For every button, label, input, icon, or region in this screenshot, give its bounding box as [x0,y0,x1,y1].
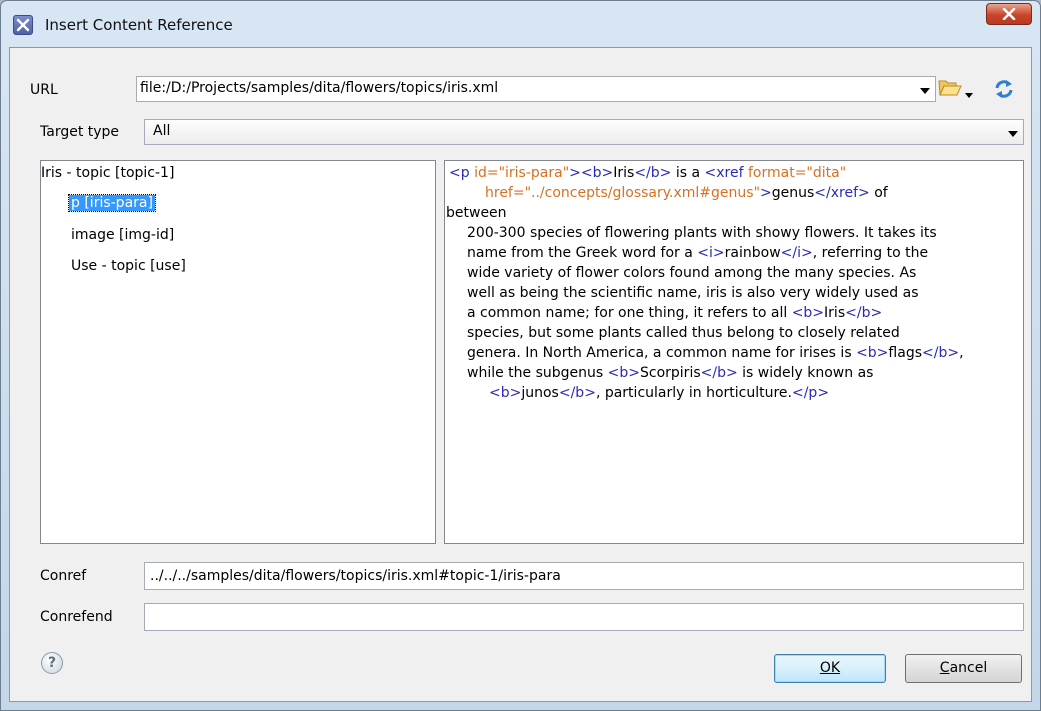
element-tree[interactable]: Iris - topic [topic-1] p [iris-para] ima… [40,160,436,544]
url-dropdown-arrow[interactable] [917,77,933,101]
preview-line: 200-300 species of flowering plants with… [467,225,937,241]
preview-line: a common name; for one thing, it refers … [467,305,883,321]
conrefend-field[interactable] [144,603,1024,631]
preview-line: species, but some plants called thus bel… [467,325,900,341]
folder-open-icon [938,80,962,96]
preview-line: <b>junos</b>, particularly in horticultu… [489,385,830,401]
dialog-window: Insert Content Reference URL file:/D:/Pr… [0,0,1041,711]
cancel-label: ancel [949,660,988,676]
window-title: Insert Content Reference [45,16,233,34]
ok-label: OK [819,660,841,676]
chevron-down-icon [920,88,930,94]
preview-line: genera. In North America, a common name … [467,345,964,361]
url-value: file:/D:/Projects/samples/dita/flowers/t… [140,80,499,96]
conref-input[interactable] [145,563,1023,589]
conrefend-label: Conrefend [40,609,113,625]
tree-item-image[interactable]: image [img-id] [71,227,174,243]
preview-line: href="../concepts/glossary.xml#genus">ge… [485,185,888,201]
source-preview: <p id="iris-para"><b>Iris</b> is a <xref… [444,160,1024,544]
target-type-select[interactable]: All [144,119,1024,145]
help-icon: ? [47,655,57,671]
cancel-button[interactable]: Cancel [905,654,1022,683]
preview-line: between [446,205,507,221]
url-combo[interactable]: file:/D:/Projects/samples/dita/flowers/t… [136,76,936,102]
app-logo-icon [13,15,33,35]
cancel-mnemonic: C [939,660,950,676]
title-bar: Insert Content Reference [1,1,1040,47]
preview-line: <p id="iris-para"><b>Iris</b> is a <xref… [449,165,847,181]
chevron-down-icon [1008,131,1018,137]
close-icon [1002,8,1016,20]
url-label: URL [30,82,58,98]
browse-button[interactable] [938,78,962,100]
reload-button[interactable] [993,78,1017,100]
reload-icon [995,80,1013,98]
browse-menu-arrow[interactable] [965,86,973,98]
chevron-down-icon [965,93,973,98]
close-button[interactable] [986,3,1032,25]
conrefend-input[interactable] [145,604,1023,630]
conref-field[interactable] [144,562,1024,590]
tree-item-topic[interactable]: Iris - topic [topic-1] [41,165,174,181]
ok-button[interactable]: OK [774,654,886,683]
target-type-value: All [153,123,171,139]
target-type-label: Target type [40,124,120,140]
preview-line: wide variety of flower colors found amon… [467,265,917,281]
preview-line: name from the Greek word for a <i>rainbo… [467,245,929,261]
tree-item-use-topic[interactable]: Use - topic [use] [71,258,186,274]
target-type-dropdown-arrow[interactable] [1005,120,1021,144]
help-button[interactable]: ? [41,652,63,674]
tree-item-iris-para[interactable]: p [iris-para] [68,194,156,212]
preview-line: well as being the scientific name, iris … [467,285,919,301]
dialog-content: URL file:/D:/Projects/samples/dita/flowe… [9,47,1032,702]
conref-label: Conref [40,568,87,584]
preview-line: while the subgenus <b>Scorpiris</b> is w… [467,365,874,381]
